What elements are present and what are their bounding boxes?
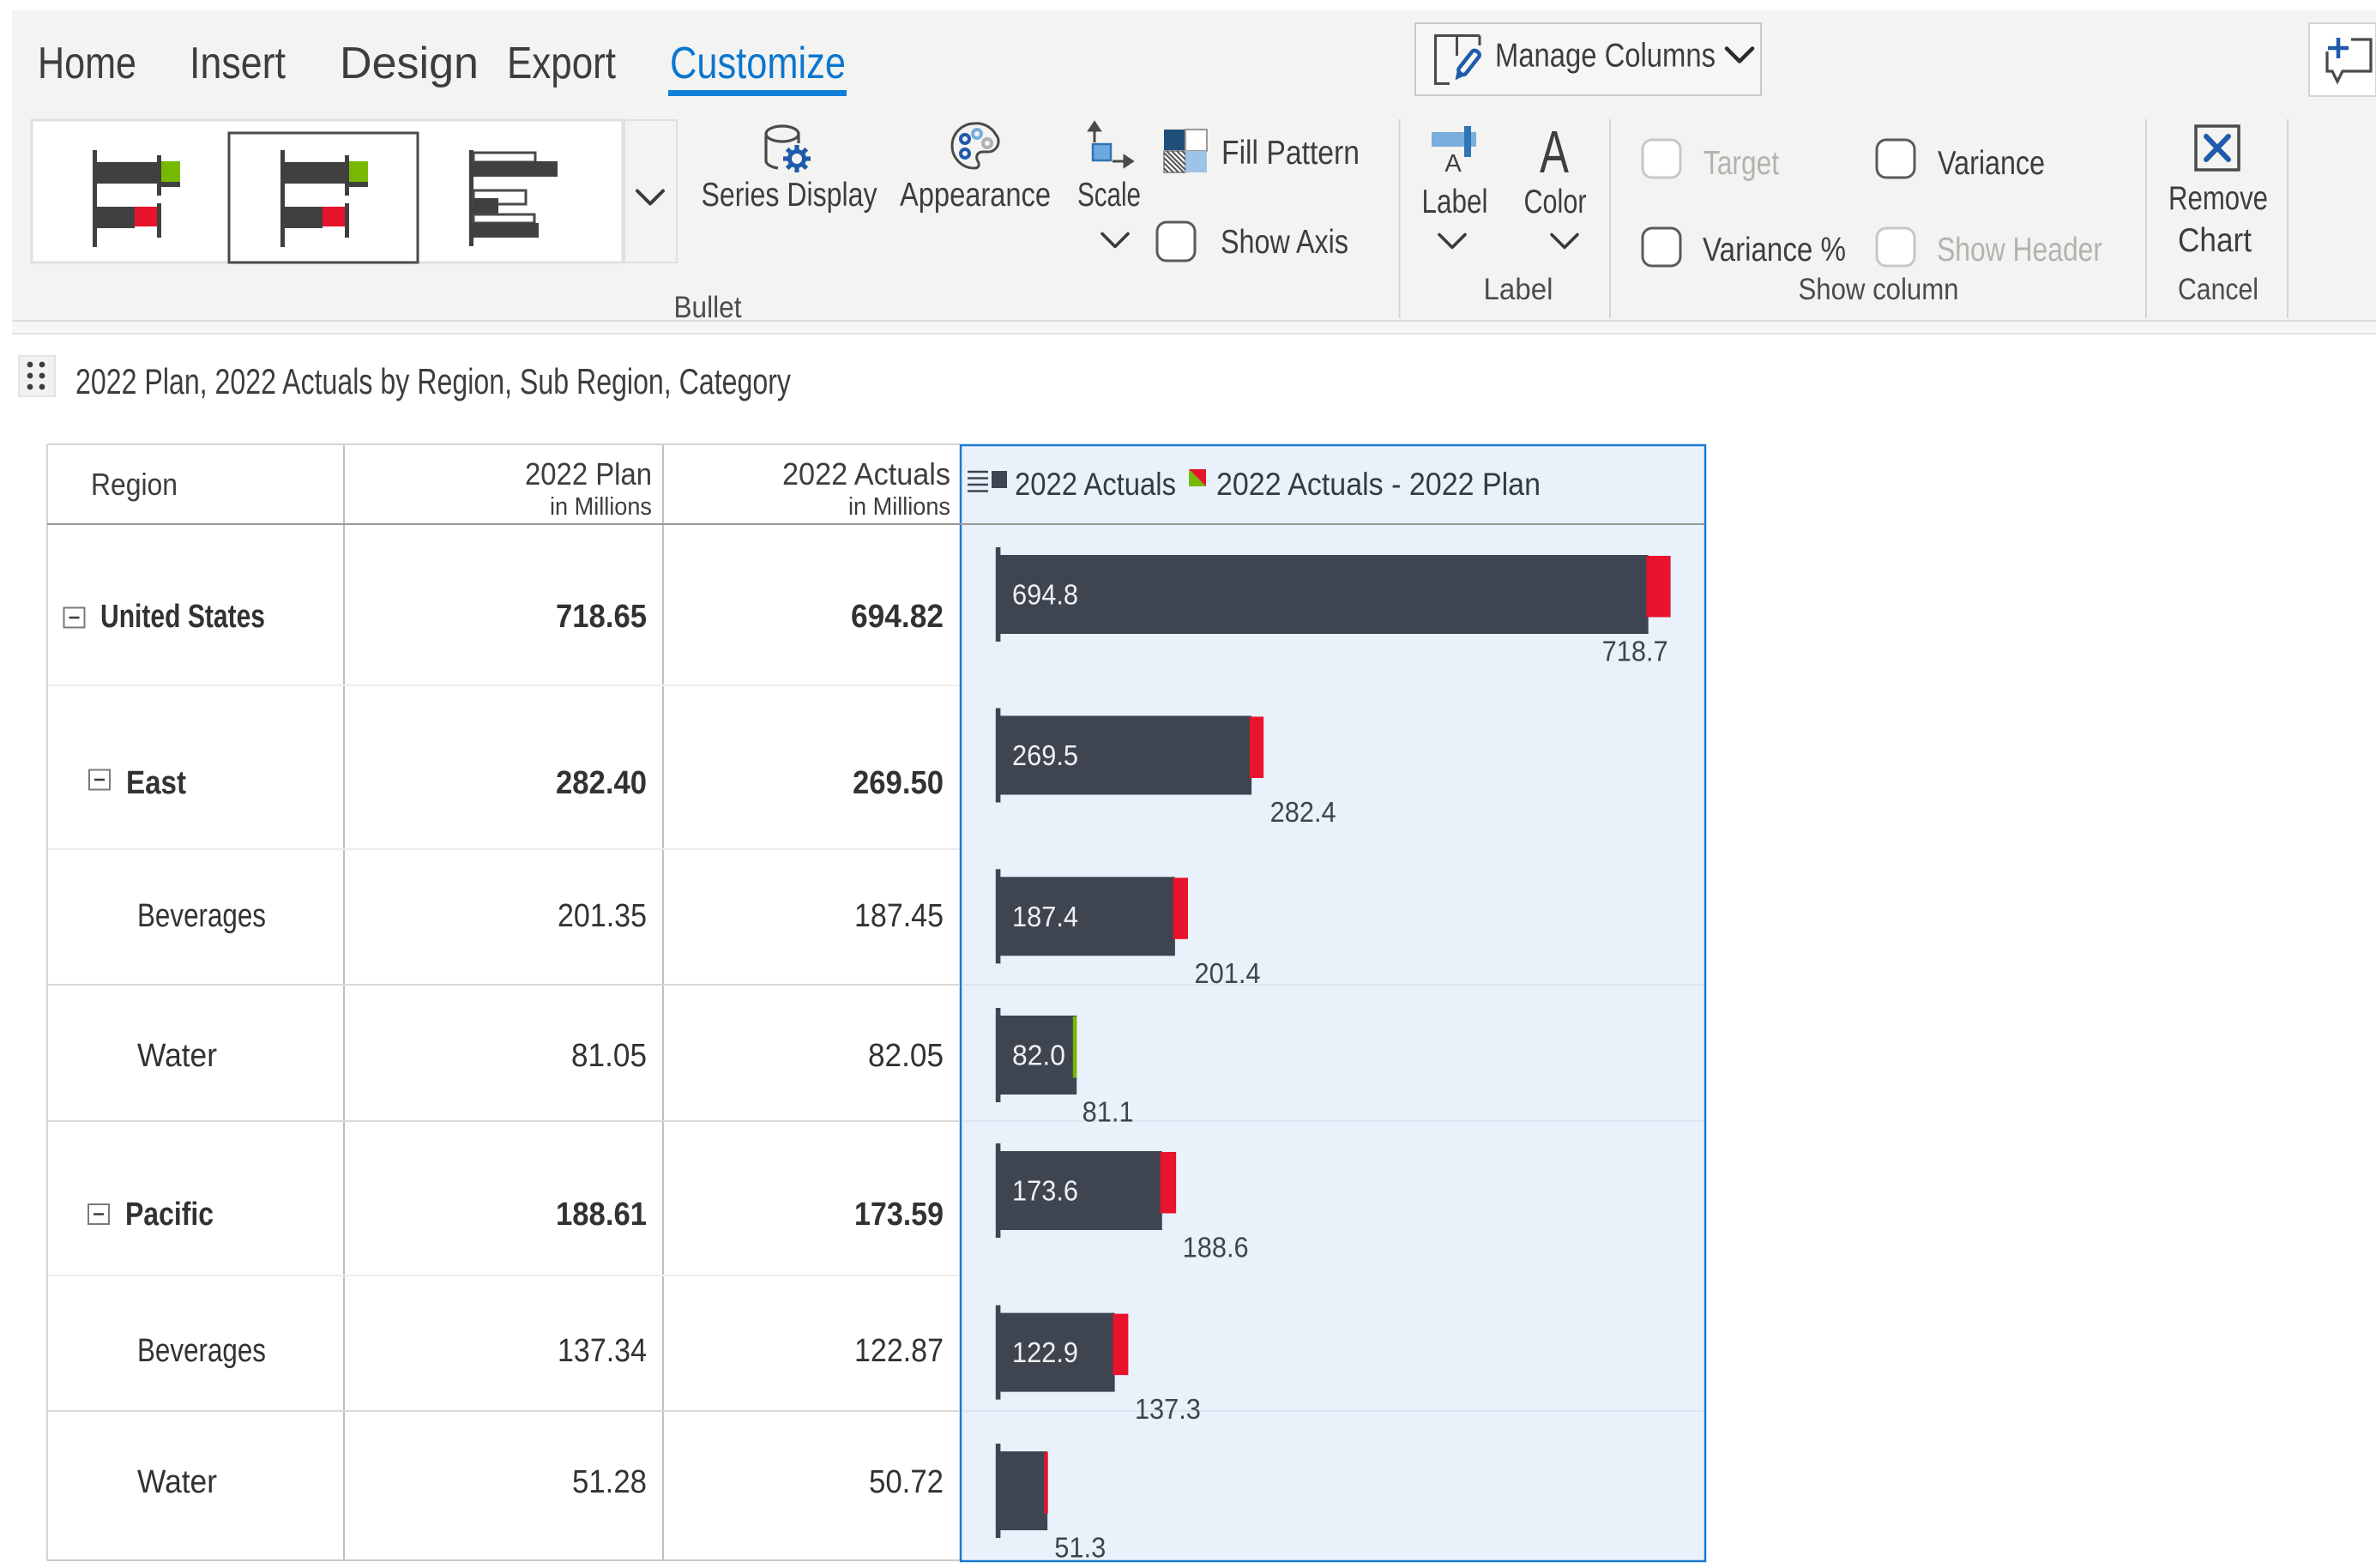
svg-text:81.1: 81.1 — [1082, 1096, 1134, 1128]
svg-text:Remove: Remove — [2168, 180, 2268, 217]
svg-text:2022 Actuals - 2022 Plan: 2022 Actuals - 2022 Plan — [1216, 467, 1541, 502]
svg-text:Water: Water — [137, 1464, 217, 1500]
svg-text:201.35: 201.35 — [558, 898, 647, 934]
svg-text:East: East — [126, 765, 186, 801]
svg-text:Variance: Variance — [1938, 145, 2045, 182]
svg-text:187.45: 187.45 — [854, 898, 944, 934]
svg-text:Beverages: Beverages — [137, 1333, 266, 1369]
svg-text:137.34: 137.34 — [558, 1333, 647, 1369]
svg-text:2022 Actuals: 2022 Actuals — [782, 456, 950, 492]
svg-text:Beverages: Beverages — [137, 898, 266, 934]
svg-text:122.87: 122.87 — [854, 1333, 944, 1369]
svg-text:282.4: 282.4 — [1270, 796, 1336, 828]
svg-text:A: A — [1540, 118, 1569, 185]
svg-text:173.59: 173.59 — [854, 1197, 944, 1233]
svg-text:269.5: 269.5 — [1012, 739, 1078, 771]
svg-text:Fill Pattern: Fill Pattern — [1221, 135, 1360, 172]
svg-text:Bullet: Bullet — [674, 291, 742, 324]
svg-text:137.3: 137.3 — [1135, 1393, 1201, 1425]
svg-text:A: A — [1444, 150, 1462, 178]
svg-text:188.6: 188.6 — [1183, 1232, 1249, 1263]
svg-text:718.65: 718.65 — [556, 599, 647, 635]
svg-text:United States: United States — [100, 599, 265, 635]
svg-text:Color: Color — [1524, 184, 1587, 220]
svg-text:82.0: 82.0 — [1012, 1040, 1065, 1071]
svg-text:Design: Design — [340, 39, 479, 88]
svg-text:Scale: Scale — [1077, 177, 1141, 214]
svg-text:Cancel: Cancel — [2178, 273, 2258, 306]
svg-text:Insert: Insert — [190, 39, 286, 88]
svg-text:187.4: 187.4 — [1012, 901, 1078, 932]
svg-text:694.8: 694.8 — [1012, 579, 1078, 611]
svg-text:51.28: 51.28 — [572, 1464, 647, 1500]
svg-text:Export: Export — [507, 39, 616, 88]
svg-text:Pacific: Pacific — [125, 1197, 214, 1233]
svg-text:122.9: 122.9 — [1012, 1336, 1078, 1368]
svg-text:Label: Label — [1422, 184, 1488, 220]
svg-text:Chart: Chart — [2178, 222, 2252, 259]
svg-text:Series Display: Series Display — [702, 177, 877, 214]
svg-text:Target: Target — [1704, 145, 1779, 182]
svg-text:81.05: 81.05 — [571, 1038, 647, 1074]
svg-text:173.6: 173.6 — [1012, 1175, 1078, 1207]
svg-text:in Millions: in Millions — [550, 493, 652, 521]
svg-text:82.05: 82.05 — [868, 1038, 944, 1074]
svg-text:Label: Label — [1484, 273, 1553, 306]
svg-text:Show column: Show column — [1799, 273, 1959, 306]
svg-text:694.82: 694.82 — [851, 599, 944, 635]
svg-text:Show Axis: Show Axis — [1221, 224, 1348, 261]
svg-text:Region: Region — [91, 467, 178, 502]
svg-text:282.40: 282.40 — [556, 765, 647, 801]
svg-text:718.7: 718.7 — [1602, 636, 1668, 667]
svg-text:Manage Columns: Manage Columns — [1495, 38, 1716, 75]
svg-text:Show Header: Show Header — [1937, 232, 2102, 268]
svg-text:Customize: Customize — [670, 39, 846, 88]
svg-text:188.61: 188.61 — [556, 1197, 647, 1233]
svg-text:51.3: 51.3 — [1054, 1532, 1106, 1564]
svg-text:2022 Plan: 2022 Plan — [525, 456, 652, 492]
svg-text:Variance %: Variance % — [1703, 232, 1846, 268]
svg-text:269.50: 269.50 — [853, 765, 944, 801]
svg-text:Appearance: Appearance — [900, 177, 1051, 214]
svg-text:in Millions: in Millions — [848, 493, 950, 521]
svg-text:Water: Water — [137, 1038, 217, 1074]
svg-text:Home: Home — [38, 39, 136, 88]
svg-text:2022 Actuals: 2022 Actuals — [1015, 467, 1176, 502]
svg-text:50.72: 50.72 — [869, 1464, 944, 1500]
svg-text:2022 Plan, 2022 Actuals by Reg: 2022 Plan, 2022 Actuals by Region, Sub R… — [75, 361, 791, 401]
svg-text:201.4: 201.4 — [1194, 957, 1260, 989]
